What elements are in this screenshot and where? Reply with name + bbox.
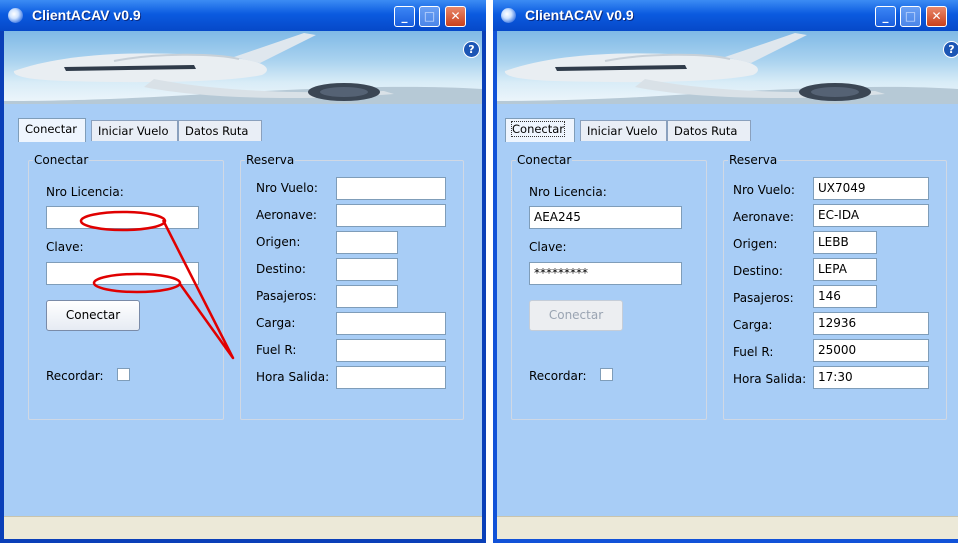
hora-salida-label: Hora Salida: bbox=[733, 372, 807, 386]
aeronave-input[interactable]: EC-IDA bbox=[813, 204, 929, 227]
pasajeros-input[interactable]: 146 bbox=[813, 285, 877, 308]
tab-panel: Conectar Nro Licencia: AEA245 Clave: ***… bbox=[501, 141, 951, 441]
origen-label: Origen: bbox=[256, 235, 301, 249]
carga-label: Carga: bbox=[256, 316, 296, 330]
nro-vuelo-input[interactable] bbox=[336, 177, 446, 200]
window-right: ClientACAV v0.9 _ □ ✕ ? Conectar Iniciar… bbox=[493, 0, 958, 543]
carga-input[interactable]: 12936 bbox=[813, 312, 929, 335]
reserva-legend: Reserva bbox=[729, 153, 778, 167]
tab-iniciar-vuelo[interactable]: Iniciar Vuelo bbox=[580, 120, 667, 141]
app-icon bbox=[501, 8, 516, 23]
pasajeros-label: Pasajeros: bbox=[733, 291, 794, 305]
status-bar bbox=[497, 516, 958, 539]
fuel-input[interactable]: 25000 bbox=[813, 339, 929, 362]
recordar-label: Recordar: bbox=[529, 369, 587, 383]
clave-label: Clave: bbox=[46, 240, 84, 254]
close-icon[interactable]: ✕ bbox=[445, 6, 466, 27]
maximize-icon[interactable]: □ bbox=[900, 6, 921, 27]
aeronave-input[interactable] bbox=[336, 204, 446, 227]
recordar-label: Recordar: bbox=[46, 369, 104, 383]
title-bar[interactable]: ClientACAV v0.9 _ □ ✕ bbox=[493, 0, 958, 31]
title-bar[interactable]: ClientACAV v0.9 _ □ ✕ bbox=[0, 0, 486, 31]
help-icon[interactable]: ? bbox=[463, 41, 480, 58]
licencia-input[interactable] bbox=[46, 206, 199, 229]
destino-label: Destino: bbox=[256, 262, 306, 276]
nro-vuelo-label: Nro Vuelo: bbox=[256, 181, 318, 195]
tab-panel: Conectar Nro Licencia: Clave: Conectar R… bbox=[18, 141, 468, 441]
conectar-button[interactable]: Conectar bbox=[529, 300, 623, 331]
licencia-input[interactable]: AEA245 bbox=[529, 206, 682, 229]
origen-input[interactable] bbox=[336, 231, 398, 254]
conectar-button[interactable]: Conectar bbox=[46, 300, 140, 331]
clave-input[interactable]: ********* bbox=[529, 262, 682, 285]
fuel-label: Fuel R: bbox=[256, 343, 297, 357]
fuel-input[interactable] bbox=[336, 339, 446, 362]
pasajeros-input[interactable] bbox=[336, 285, 398, 308]
fuel-label: Fuel R: bbox=[733, 345, 774, 359]
hora-salida-input[interactable] bbox=[336, 366, 446, 389]
hora-salida-input[interactable]: 17:30 bbox=[813, 366, 929, 389]
status-bar bbox=[4, 516, 482, 539]
origen-input[interactable]: LEBB bbox=[813, 231, 877, 254]
nro-vuelo-input[interactable]: UX7049 bbox=[813, 177, 929, 200]
close-icon[interactable]: ✕ bbox=[926, 6, 947, 27]
tab-datos-ruta[interactable]: Datos Ruta bbox=[178, 120, 262, 141]
licencia-label: Nro Licencia: bbox=[529, 185, 607, 199]
window-title: ClientACAV v0.9 bbox=[32, 7, 141, 23]
tab-conectar[interactable]: Conectar bbox=[505, 118, 575, 142]
reserva-legend: Reserva bbox=[246, 153, 295, 167]
licencia-label: Nro Licencia: bbox=[46, 185, 124, 199]
aeronave-label: Aeronave: bbox=[733, 210, 794, 224]
destino-input[interactable]: LEPA bbox=[813, 258, 877, 281]
minimize-icon[interactable]: _ bbox=[394, 6, 415, 27]
pasajeros-label: Pasajeros: bbox=[256, 289, 317, 303]
client-area: ? Conectar Iniciar Vuelo Datos Ruta Cone… bbox=[497, 31, 958, 539]
destino-label: Destino: bbox=[733, 264, 783, 278]
conectar-legend: Conectar bbox=[34, 153, 89, 167]
help-icon[interactable]: ? bbox=[943, 41, 958, 58]
airplane-banner: ? bbox=[497, 31, 958, 104]
window-left: ClientACAV v0.9 _ □ ✕ ? Conectar Iniciar… bbox=[0, 0, 486, 543]
destino-input[interactable] bbox=[336, 258, 398, 281]
tab-conectar[interactable]: Conectar bbox=[18, 118, 86, 142]
recordar-checkbox[interactable] bbox=[117, 368, 130, 381]
airplane-banner: ? bbox=[4, 31, 482, 104]
tab-datos-ruta[interactable]: Datos Ruta bbox=[667, 120, 751, 141]
maximize-icon[interactable]: □ bbox=[419, 6, 440, 27]
carga-label: Carga: bbox=[733, 318, 773, 332]
origen-label: Origen: bbox=[733, 237, 778, 251]
client-area: ? Conectar Iniciar Vuelo Datos Ruta Cone… bbox=[4, 31, 482, 539]
aeronave-label: Aeronave: bbox=[256, 208, 317, 222]
clave-input[interactable] bbox=[46, 262, 199, 285]
conectar-legend: Conectar bbox=[517, 153, 572, 167]
nro-vuelo-label: Nro Vuelo: bbox=[733, 183, 795, 197]
clave-label: Clave: bbox=[529, 240, 567, 254]
tab-iniciar-vuelo[interactable]: Iniciar Vuelo bbox=[91, 120, 178, 141]
hora-salida-label: Hora Salida: bbox=[256, 370, 330, 384]
carga-input[interactable] bbox=[336, 312, 446, 335]
app-icon bbox=[8, 8, 23, 23]
minimize-icon[interactable]: _ bbox=[875, 6, 896, 27]
recordar-checkbox[interactable] bbox=[600, 368, 613, 381]
window-title: ClientACAV v0.9 bbox=[525, 7, 634, 23]
